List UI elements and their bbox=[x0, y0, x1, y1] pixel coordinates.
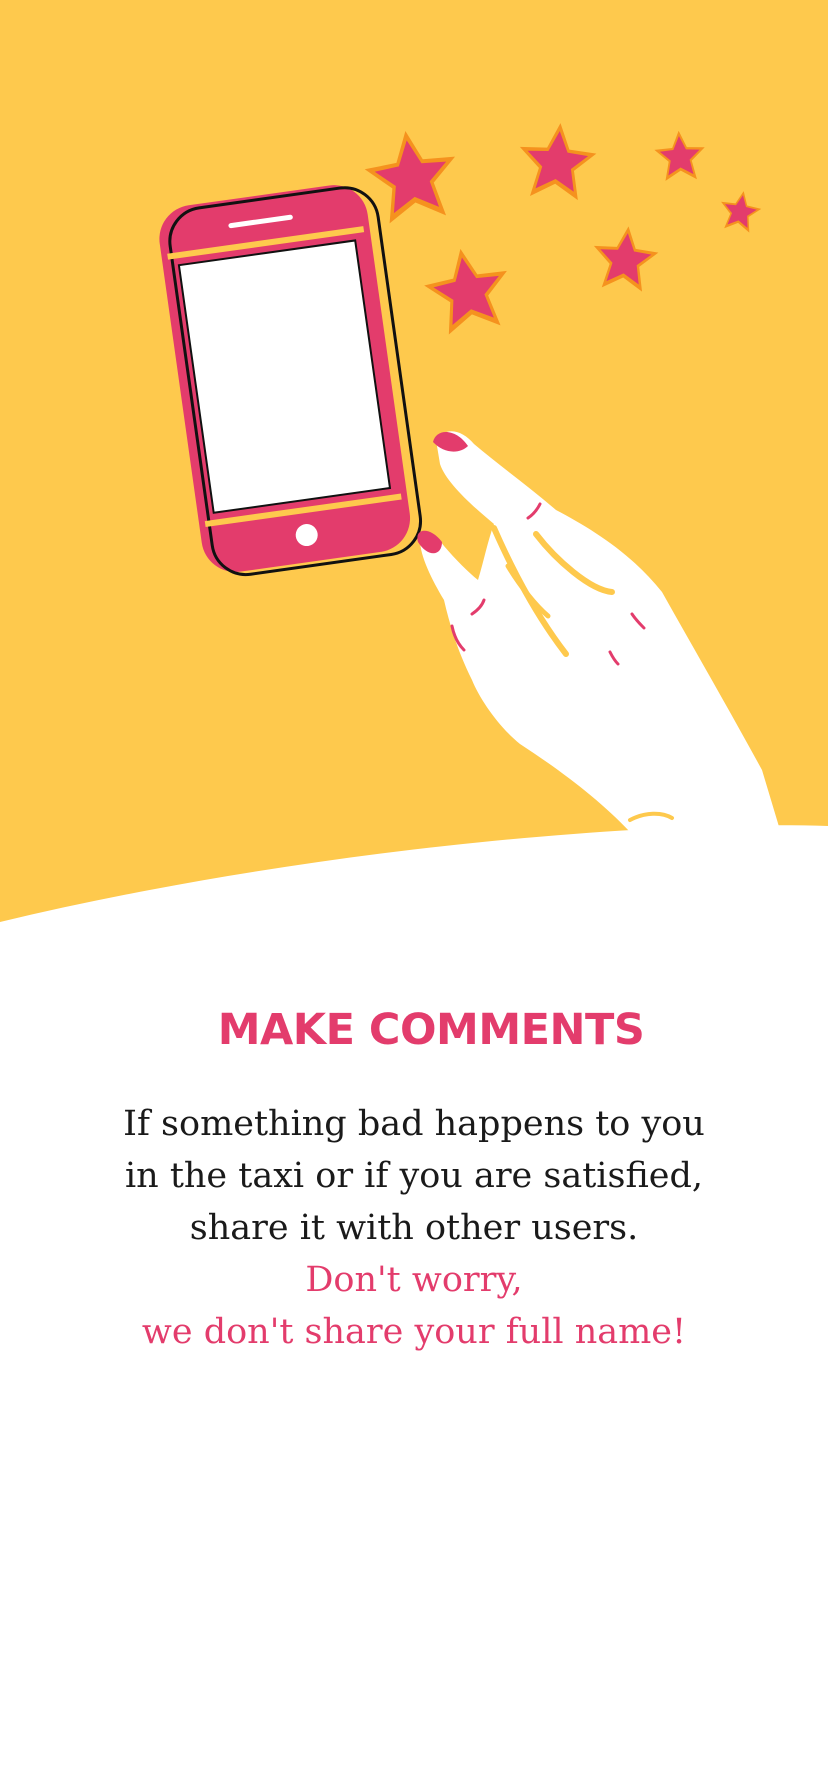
description-line: in the taxi or if you are satisfied, bbox=[124, 1156, 704, 1196]
description-line: If something bad happens to you bbox=[123, 1104, 705, 1144]
onboarding-screen: MAKE COMMENTS If something bad happens t… bbox=[0, 0, 828, 1792]
page-title: MAKE COMMENTS bbox=[217, 1005, 645, 1055]
description-block: If something bad happens to you in the t… bbox=[40, 1098, 788, 1358]
hero-illustration bbox=[0, 0, 828, 922]
privacy-note-line: we don't share your full name! bbox=[141, 1312, 687, 1352]
privacy-note-line: Don't worry, bbox=[305, 1260, 523, 1300]
description-line: share it with other users. bbox=[189, 1208, 639, 1248]
